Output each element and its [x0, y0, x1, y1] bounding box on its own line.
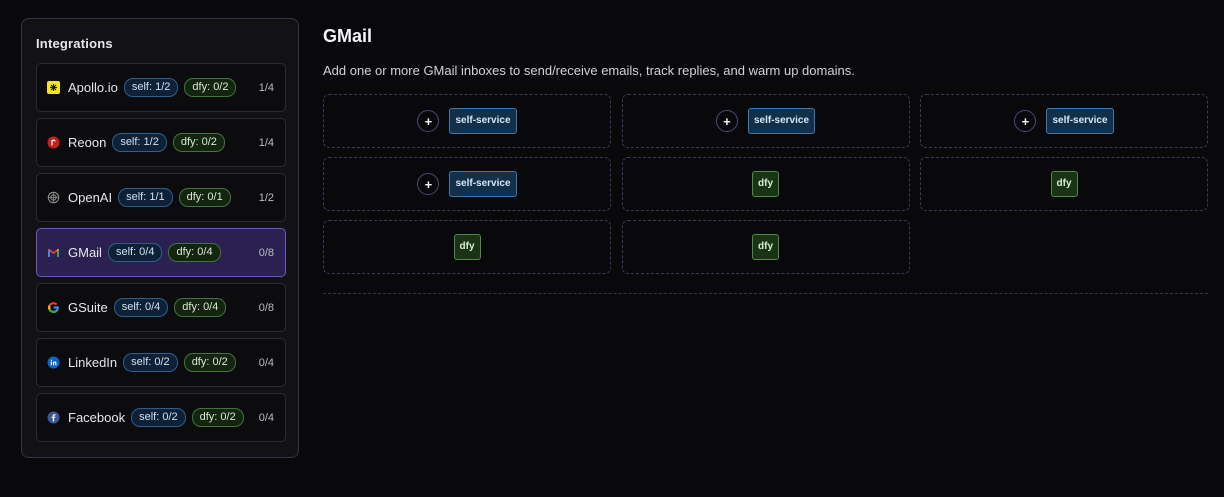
add-inbox-button[interactable]: +	[417, 173, 440, 195]
sidebar-item-linkedin[interactable]: LinkedIn self: 0/2 dfy: 0/2 0/4	[36, 338, 286, 387]
integration-name: GSuite	[68, 300, 108, 315]
apollo-icon	[47, 81, 60, 94]
sidebar-item-apollo-io[interactable]: Apollo.io self: 1/2 dfy: 0/2 1/4	[36, 63, 286, 112]
self-service-count-badge: self: 0/4	[113, 298, 169, 317]
dfy-slot: dfy	[920, 157, 1208, 211]
dfy-count-badge: dfy: 0/2	[184, 78, 237, 97]
self-service-count-badge: self: 1/2	[123, 78, 179, 97]
integration-name: Reoon	[68, 135, 107, 150]
dfy-slot: dfy	[621, 220, 910, 274]
gmail-icon	[47, 246, 60, 259]
section-divider	[323, 293, 1208, 294]
self-service-tag: self-service	[449, 171, 517, 197]
dfy-count-badge: dfy: 0/2	[172, 133, 225, 152]
dfy-slot: dfy	[323, 220, 611, 274]
self-service-slot[interactable]: + self-service	[323, 157, 611, 211]
self-service-count-badge: self: 1/1	[118, 188, 173, 207]
dfy-tag: dfy	[752, 234, 779, 260]
inbox-slot-grid: + self-service + self-service + self-service +…	[323, 94, 1208, 274]
integration-total-count: 0/8	[258, 301, 274, 314]
page-title: GMail	[323, 26, 373, 46]
self-service-slot[interactable]: + self-service	[621, 94, 910, 148]
dfy-slot: dfy	[621, 157, 910, 211]
self-service-count-badge: self: 0/2	[131, 408, 186, 427]
sidebar-item-openai[interactable]: OpenAI self: 1/1 dfy: 0/1 1/2	[36, 173, 286, 222]
sidebar-item-gsuite[interactable]: GSuite self: 0/4 dfy: 0/4 0/8	[36, 283, 286, 332]
self-service-slot[interactable]: + self-service	[920, 94, 1208, 148]
reoon-icon	[47, 136, 60, 149]
openai-icon	[47, 191, 60, 204]
sidebar-item-gmail[interactable]: GMail self: 0/4 dfy: 0/4 0/8	[36, 228, 286, 277]
sidebar-item-reoon[interactable]: Reoon self: 1/2 dfy: 0/2 1/4	[36, 118, 286, 167]
sidebar-item-facebook[interactable]: Facebook self: 0/2 dfy: 0/2 0/4	[36, 393, 286, 442]
self-service-count-badge: self: 0/2	[123, 353, 178, 372]
integration-total-count: 0/8	[258, 246, 274, 259]
dfy-tag: dfy	[752, 171, 779, 197]
dfy-tag: dfy	[1050, 171, 1078, 197]
integration-total-count: 1/4	[258, 136, 274, 149]
dfy-count-badge: dfy: 0/2	[183, 353, 236, 372]
dfy-tag: dfy	[453, 234, 481, 260]
self-service-count-badge: self: 0/4	[107, 243, 163, 262]
add-inbox-button[interactable]: +	[417, 110, 440, 132]
dfy-count-badge: dfy: 0/2	[191, 408, 244, 427]
page-description: Add one or more GMail inboxes to send/re…	[323, 63, 855, 78]
integrations-panel: Integrations Apollo.io self: 1/2 dfy: 0/2 1…	[21, 18, 299, 458]
dfy-count-badge: dfy: 0/4	[174, 298, 227, 317]
integration-name: Facebook	[68, 410, 126, 425]
integration-name: Apollo.io	[68, 80, 118, 95]
google-icon	[47, 301, 60, 314]
linkedin-icon	[47, 356, 60, 369]
add-inbox-button[interactable]: +	[715, 110, 738, 132]
dfy-count-badge: dfy: 0/4	[168, 243, 221, 262]
integration-total-count: 0/4	[258, 411, 274, 424]
facebook-icon	[47, 411, 60, 424]
integration-total-count: 1/2	[258, 191, 274, 204]
add-inbox-button[interactable]: +	[1014, 110, 1037, 132]
self-service-slot[interactable]: + self-service	[323, 94, 611, 148]
dfy-count-badge: dfy: 0/1	[178, 188, 231, 207]
self-service-tag: self-service	[1046, 108, 1114, 134]
integration-list: Apollo.io self: 1/2 dfy: 0/2 1/4 Reoon self: …	[36, 63, 286, 448]
integration-name: GMail	[68, 245, 102, 260]
integration-total-count: 0/4	[258, 356, 274, 369]
self-service-tag: self-service	[449, 108, 517, 134]
integration-name: OpenAI	[68, 190, 113, 205]
self-service-tag: self-service	[747, 108, 816, 134]
self-service-count-badge: self: 1/2	[112, 133, 167, 152]
integration-name: LinkedIn	[68, 355, 118, 370]
integration-total-count: 1/4	[258, 81, 274, 94]
sidebar-title: Integrations	[36, 36, 113, 51]
